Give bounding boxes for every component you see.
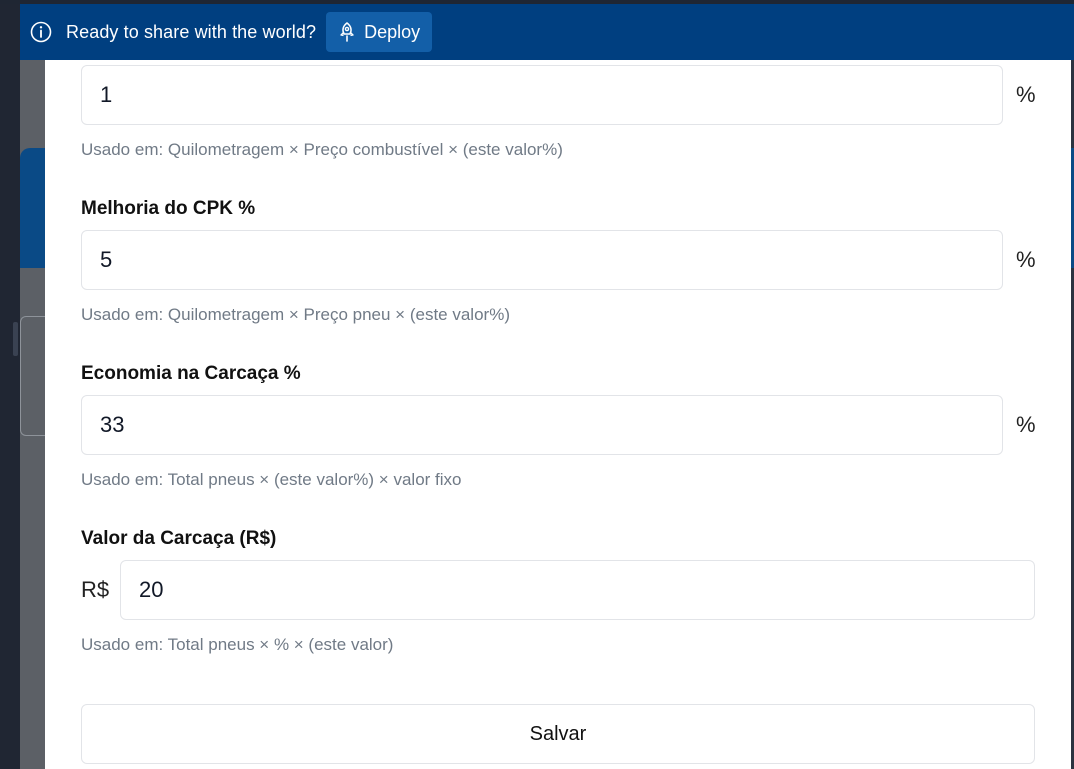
cpk-field-row: 5 %: [81, 230, 1036, 290]
carcass-savings-help-text: Usado em: Total pneus × (este valor%) × …: [81, 470, 462, 489]
cpk-label: Melhoria do CPK %: [81, 198, 256, 219]
fuel-help-text: Usado em: Quilometragem × Preço combustí…: [81, 140, 563, 159]
deploy-button-label: Deploy: [364, 21, 421, 42]
carcass-value-help-text: Usado em: Total pneus × % × (este valor): [81, 635, 394, 654]
info-circle-icon: [30, 21, 52, 43]
carcass-value-field-row: R$ 20: [81, 560, 1035, 620]
carcass-value-input[interactable]: 20: [120, 560, 1035, 620]
cpk-percent-input[interactable]: 5: [81, 230, 1003, 290]
carcass-savings-field-row: 33 %: [81, 395, 1036, 455]
deploy-banner: Ready to share with the world? Deploy: [20, 4, 1074, 60]
left-edge: [0, 0, 20, 769]
settings-modal: 1 % Usado em: Quilometragem × Preço comb…: [45, 60, 1071, 769]
percent-unit: %: [1016, 247, 1036, 272]
resize-handle: [13, 322, 18, 356]
carcass-value-label: Valor da Carcaça (R$): [81, 528, 277, 549]
deploy-button[interactable]: Deploy: [326, 12, 433, 52]
percent-unit: %: [1016, 82, 1036, 107]
save-button[interactable]: Salvar: [81, 704, 1035, 764]
currency-prefix: R$: [81, 577, 110, 602]
carcass-savings-label: Economia na Carcaça %: [81, 363, 301, 384]
cpk-help-text: Usado em: Quilometragem × Preço pneu × (…: [81, 305, 510, 324]
percent-unit: %: [1016, 412, 1036, 437]
fuel-percent-input[interactable]: 1: [81, 65, 1003, 125]
rocket-icon: [338, 22, 356, 42]
fuel-field-row: 1 %: [81, 65, 1036, 125]
carcass-savings-input[interactable]: 33: [81, 395, 1003, 455]
banner-message: Ready to share with the world?: [66, 21, 317, 42]
